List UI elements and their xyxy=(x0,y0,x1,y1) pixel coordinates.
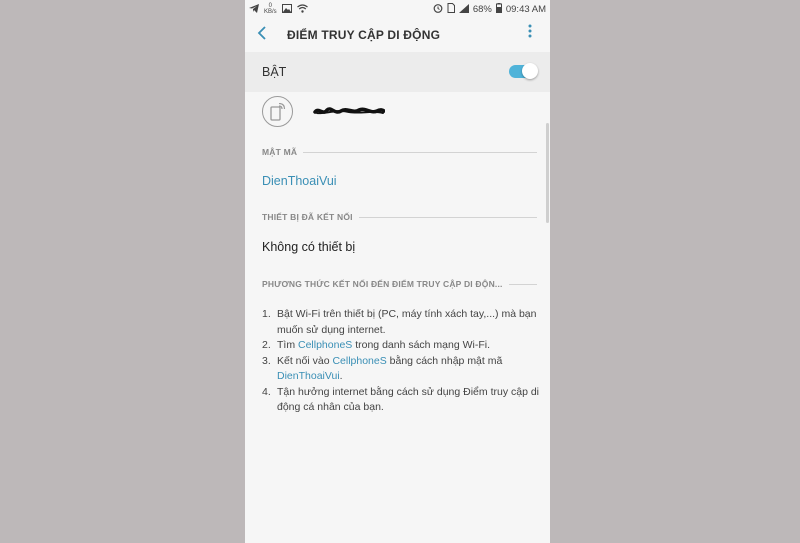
clock: 09:43 AM xyxy=(505,3,546,15)
back-arrow-icon[interactable] xyxy=(257,25,267,44)
battery-percent: 68% xyxy=(472,3,492,15)
connected-devices-value: Không có thiết bị xyxy=(262,240,356,254)
connected-devices-header: THIẾT BỊ ĐÃ KẾT NỐI xyxy=(262,212,537,222)
instruction-step: 1. Bật Wi-Fi trên thiết bị (PC, máy tính… xyxy=(262,308,537,336)
hotspot-icon xyxy=(262,96,293,127)
password-value[interactable]: DienThoaiVui xyxy=(262,174,337,188)
image-icon xyxy=(281,3,292,15)
master-switch-row[interactable]: BẬT xyxy=(245,52,550,92)
redacted-network-name[interactable] xyxy=(313,104,385,118)
phone-screen: 0 KB/s 68% 09:43 AM ĐIỂM TRUY CẬP DI ĐỘN… xyxy=(245,0,550,543)
connection-method-header: PHƯƠNG THỨC KẾT NỐI ĐẾN ĐIỂM TRUY CẬP DI… xyxy=(262,279,537,289)
password-section-header: MẬT MÃ xyxy=(262,147,537,157)
instruction-step: 3. Kết nối vào CellphoneS bằng cách nhập… xyxy=(262,354,503,383)
app-bar: ĐIỂM TRUY CẬP DI ĐỘNG xyxy=(245,18,550,52)
instruction-list: 1. Bật Wi-Fi trên thiết bị (PC, máy tính… xyxy=(262,307,542,416)
instruction-step: 4. Tận hưởng internet bằng cách sử dụng … xyxy=(262,385,540,414)
status-bar: 0 KB/s 68% 09:43 AM xyxy=(245,0,550,18)
network-name-link: CellphoneS xyxy=(332,354,387,367)
data-rate: 0 KB/s xyxy=(264,3,277,15)
wifi-icon xyxy=(296,3,308,15)
alarm-icon xyxy=(433,3,443,15)
signal-icon xyxy=(458,3,469,15)
sim-icon xyxy=(447,3,455,15)
instruction-step: 2. Tìm CellphoneS trong danh sách mạng W… xyxy=(262,339,491,351)
password-link: DienThoaiVui xyxy=(277,370,340,382)
hotspot-toggle[interactable] xyxy=(509,63,538,79)
switch-label: BẬT xyxy=(262,65,287,79)
more-vert-icon[interactable] xyxy=(528,24,532,42)
telegram-icon xyxy=(249,3,259,15)
battery-icon xyxy=(495,3,502,15)
page-title: ĐIỂM TRUY CẬP DI ĐỘNG xyxy=(287,28,441,42)
network-name-link: CellphoneS xyxy=(298,339,353,351)
scrollbar[interactable] xyxy=(546,123,549,223)
